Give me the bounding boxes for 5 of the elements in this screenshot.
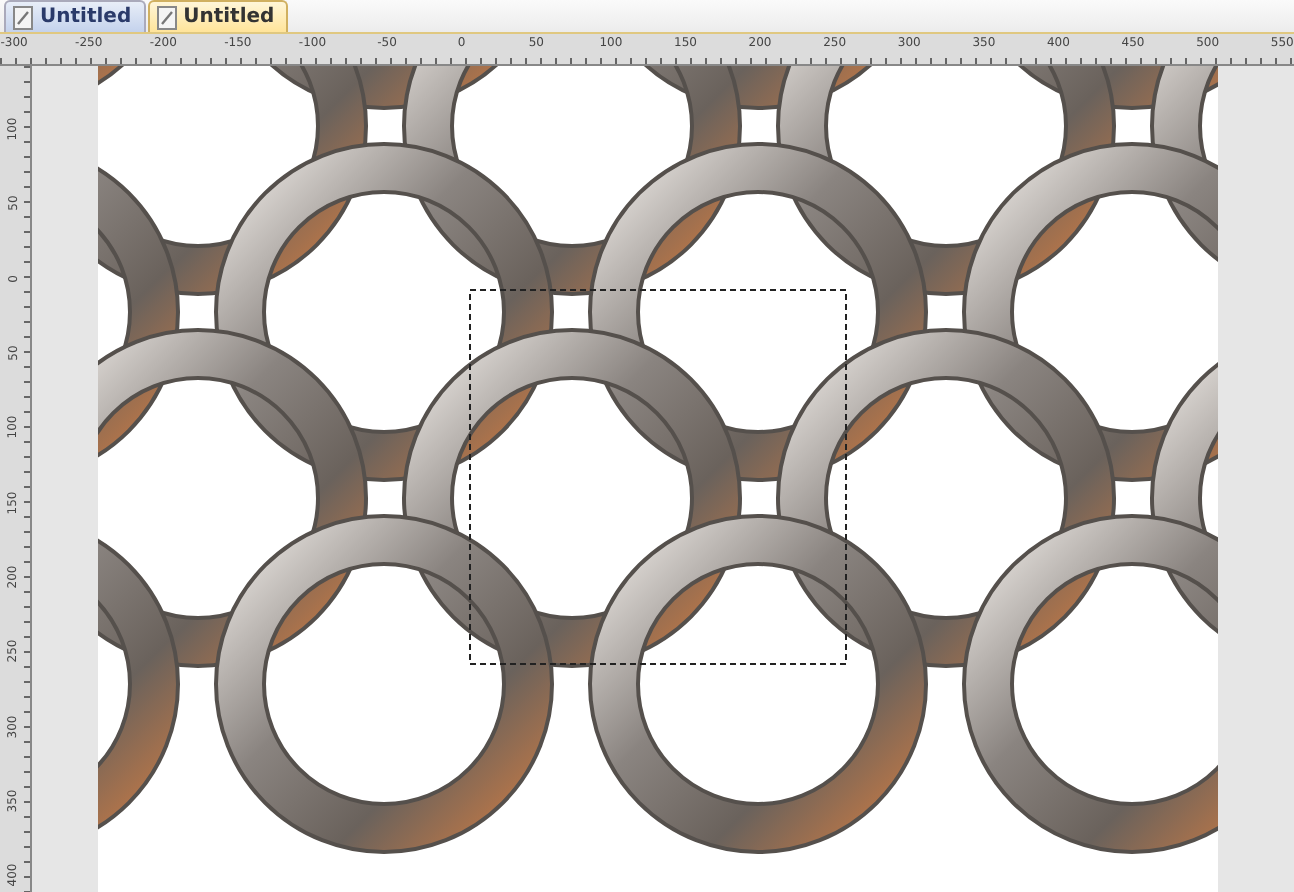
document-tab[interactable]: Untitled	[4, 0, 146, 32]
document-icon	[155, 5, 178, 29]
document-tab[interactable]: Untitled	[147, 0, 289, 32]
selection-rectangle[interactable]	[469, 289, 847, 665]
document-icon	[12, 5, 34, 29]
